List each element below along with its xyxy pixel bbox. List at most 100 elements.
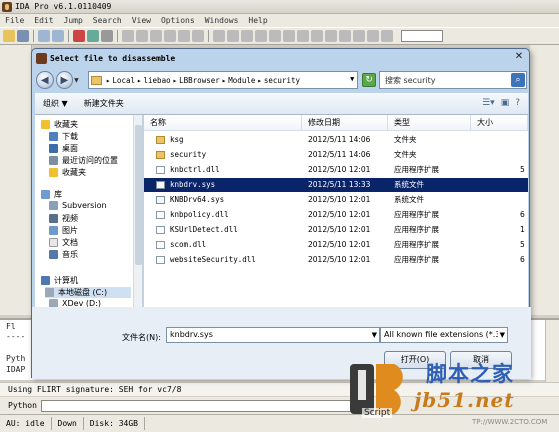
nav-desktop[interactable]: 桌面 bbox=[49, 143, 78, 154]
output-scrollbar[interactable] bbox=[545, 320, 559, 382]
file-row[interactable]: KNBDrv64.sys 2012/5/10 12:01 系统文件 bbox=[144, 193, 528, 207]
chevron-down-icon[interactable]: ▼ bbox=[497, 328, 505, 342]
nav-computer[interactable]: 计算机 bbox=[41, 275, 78, 286]
tool-icon[interactable] bbox=[339, 30, 351, 42]
chevron-down-icon[interactable]: ▼ bbox=[372, 328, 377, 342]
tool-icon[interactable] bbox=[150, 30, 162, 42]
open-button[interactable]: 打开(O) bbox=[384, 351, 446, 369]
new-folder-button[interactable]: 新建文件夹 bbox=[76, 98, 132, 109]
run-icon[interactable] bbox=[87, 30, 99, 42]
nav-libraries[interactable]: 库 bbox=[41, 189, 62, 200]
column-header-type[interactable]: 类型 bbox=[388, 115, 471, 131]
menu-help[interactable]: Help bbox=[243, 16, 272, 25]
open-icon[interactable] bbox=[3, 30, 15, 42]
breadcrumb-lbbrowser[interactable]: LBBrowser bbox=[179, 76, 220, 85]
help-icon[interactable]: ? bbox=[515, 98, 520, 108]
close-icon[interactable]: ✕ bbox=[512, 51, 526, 64]
search-icon[interactable]: ⌕ bbox=[511, 73, 526, 87]
output-line: Pyth bbox=[6, 354, 26, 363]
menu-windows[interactable]: Windows bbox=[200, 16, 244, 25]
stop-icon[interactable] bbox=[101, 30, 113, 42]
nav-local-disk-c[interactable]: 本地磁盘 (C:) bbox=[45, 287, 131, 298]
ida-toolbar bbox=[0, 27, 559, 45]
chevron-down-icon[interactable]: ▼ bbox=[350, 75, 354, 83]
tool-icon[interactable] bbox=[381, 30, 393, 42]
recent-locations-dropdown-icon[interactable]: ▼ bbox=[74, 77, 82, 84]
tool-icon[interactable] bbox=[136, 30, 148, 42]
tool-icon[interactable] bbox=[192, 30, 204, 42]
nav-xdev-d[interactable]: XDev (D:) bbox=[49, 299, 101, 307]
file-date: 2012/5/10 12:01 bbox=[308, 165, 371, 174]
tool-icon[interactable] bbox=[367, 30, 379, 42]
nav-subversion[interactable]: Subversion bbox=[49, 201, 107, 210]
command-language-label[interactable]: Python bbox=[8, 401, 37, 410]
tool-icon[interactable] bbox=[311, 30, 323, 42]
tool-icon[interactable] bbox=[178, 30, 190, 42]
forward-arrow-icon[interactable]: ▶ bbox=[55, 71, 74, 89]
nav-pictures[interactable]: 图片 bbox=[49, 225, 78, 236]
tool-icon[interactable] bbox=[164, 30, 176, 42]
address-row: ◀ ▶ ▼ ▸ Local ▸ liebao ▸ LBBrowser ▸ Mod… bbox=[36, 68, 528, 92]
status-bar: AU: idle Down Disk: 34GB bbox=[0, 414, 559, 432]
menu-view[interactable]: View bbox=[127, 16, 156, 25]
column-header-size[interactable]: 大小 bbox=[471, 115, 528, 131]
refresh-icon[interactable]: ↻ bbox=[362, 73, 377, 87]
tool-icon[interactable] bbox=[269, 30, 281, 42]
nav-documents[interactable]: 文档 bbox=[49, 237, 78, 248]
view-mode-icon[interactable]: ☰▾ bbox=[482, 98, 495, 108]
breadcrumb-security[interactable]: security bbox=[264, 76, 300, 85]
back-arrow-icon[interactable]: ◀ bbox=[36, 71, 54, 89]
menu-options[interactable]: Options bbox=[156, 16, 200, 25]
menu-jump[interactable]: Jump bbox=[59, 16, 88, 25]
nav-downloads[interactable]: 下载 bbox=[49, 131, 78, 142]
nav-favorites-folder[interactable]: 收藏夹 bbox=[49, 167, 86, 178]
forward-icon[interactable] bbox=[52, 30, 64, 42]
breadcrumb-local[interactable]: Local bbox=[112, 76, 135, 85]
file-name: KSUrlDetect.dll bbox=[170, 225, 238, 234]
menu-edit[interactable]: Edit bbox=[29, 16, 58, 25]
file-row[interactable]: KSUrlDetect.dll 2012/5/10 12:01 应用程序扩展 1 bbox=[144, 223, 528, 237]
column-header-date[interactable]: 修改日期 bbox=[302, 115, 388, 131]
file-row[interactable]: security 2012/5/11 14:06 文件夹 bbox=[144, 148, 528, 162]
cancel-button[interactable]: 取消 bbox=[450, 351, 512, 369]
file-row[interactable]: knbdrv.sys 2012/5/11 13:33 系统文件 bbox=[144, 178, 528, 192]
save-icon[interactable] bbox=[17, 30, 29, 42]
debug-icon[interactable] bbox=[73, 30, 85, 42]
toolbar-combo[interactable] bbox=[401, 30, 443, 42]
command-input[interactable] bbox=[40, 399, 371, 412]
file-row[interactable]: ksg 2012/5/11 14:06 文件夹 bbox=[144, 133, 528, 147]
tool-icon[interactable] bbox=[122, 30, 134, 42]
file-row[interactable]: knbpolicy.dll 2012/5/10 12:01 应用程序扩展 6 bbox=[144, 208, 528, 222]
nav-music[interactable]: 音乐 bbox=[49, 249, 78, 260]
tool-icon[interactable] bbox=[297, 30, 309, 42]
tool-icon[interactable] bbox=[241, 30, 253, 42]
nav-recent[interactable]: 最近访问的位置 bbox=[49, 155, 118, 166]
filename-input[interactable]: knbdrv.sys ▼ bbox=[166, 327, 380, 343]
search-input[interactable]: 搜索 security ⌕ bbox=[379, 71, 528, 89]
tool-icon[interactable] bbox=[227, 30, 239, 42]
filetype-select[interactable]: All known file extensions (*.3 ▼ bbox=[380, 327, 508, 343]
breadcrumb-module[interactable]: Module bbox=[228, 76, 255, 85]
file-row[interactable]: scom.dll 2012/5/10 12:01 应用程序扩展 5 bbox=[144, 238, 528, 252]
preview-pane-icon[interactable]: ▣ bbox=[501, 98, 510, 108]
menu-search[interactable]: Search bbox=[88, 16, 127, 25]
tool-icon[interactable] bbox=[353, 30, 365, 42]
nav-videos[interactable]: 视频 bbox=[49, 213, 78, 224]
output-line: IDAP bbox=[6, 365, 26, 374]
column-header-name[interactable]: 名称 bbox=[144, 115, 302, 131]
navigation-scrollbar[interactable] bbox=[133, 115, 142, 307]
tool-icon[interactable] bbox=[283, 30, 295, 42]
tool-icon[interactable] bbox=[213, 30, 225, 42]
scrollbar-thumb[interactable] bbox=[135, 125, 142, 265]
back-icon[interactable] bbox=[38, 30, 50, 42]
nav-favorites[interactable]: 收藏夹 bbox=[41, 119, 78, 130]
tool-icon[interactable] bbox=[255, 30, 267, 42]
tool-icon[interactable] bbox=[325, 30, 337, 42]
address-bar[interactable]: ▸ Local ▸ liebao ▸ LBBrowser ▸ Module ▸ … bbox=[87, 71, 359, 89]
file-row[interactable]: knbctrl.dll 2012/5/10 12:01 应用程序扩展 5 bbox=[144, 163, 528, 177]
organize-button[interactable]: 组织 ▼ bbox=[35, 98, 76, 109]
breadcrumb-liebao[interactable]: liebao bbox=[144, 76, 171, 85]
menu-file[interactable]: File bbox=[0, 16, 29, 25]
toolbar-separator bbox=[117, 30, 118, 42]
file-row[interactable]: websiteSecurity.dll 2012/5/10 12:01 应用程序扩展… bbox=[144, 253, 528, 267]
